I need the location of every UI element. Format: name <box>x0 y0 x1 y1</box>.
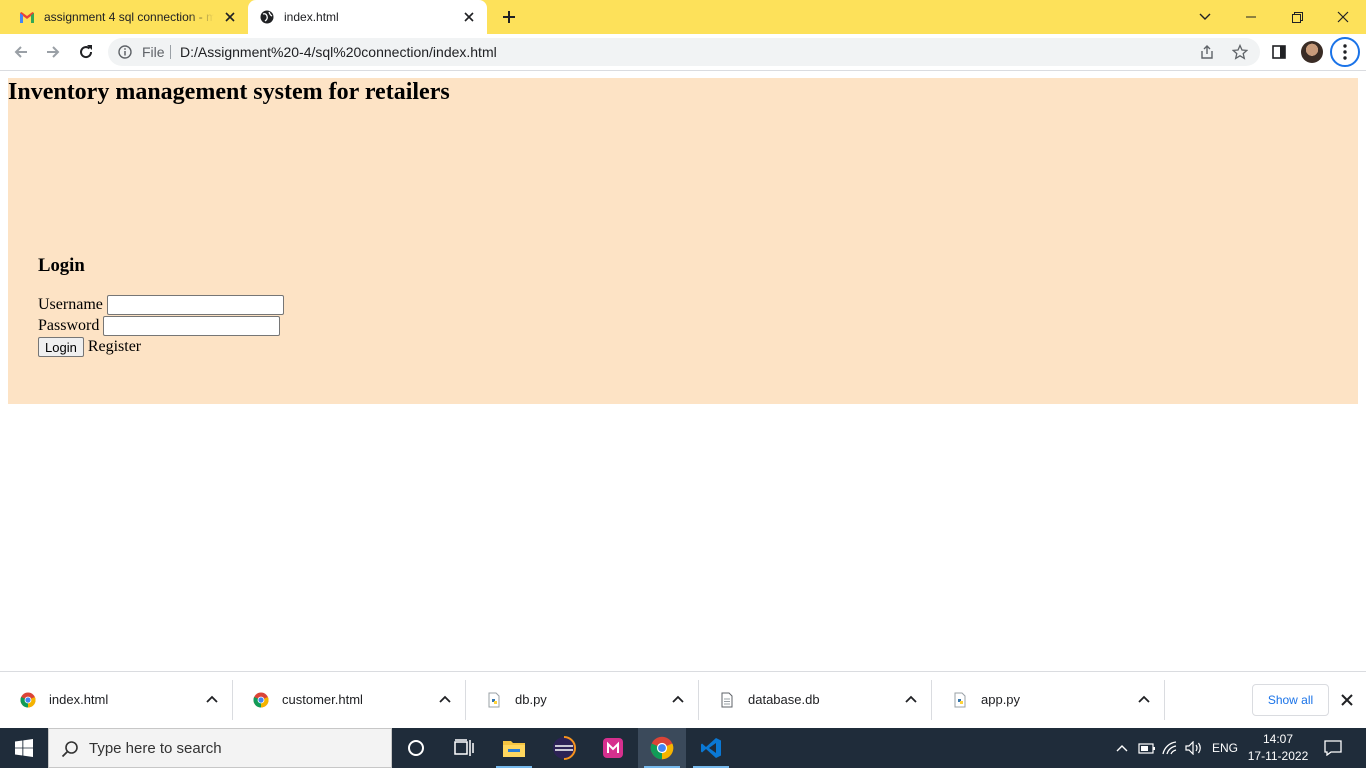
reload-button[interactable] <box>74 40 98 64</box>
clock-date: 17-11-2022 <box>1247 749 1309 763</box>
chevron-up-icon[interactable] <box>670 692 686 708</box>
file-icon <box>721 692 733 708</box>
search-icon <box>61 741 78 758</box>
download-item[interactable]: app.py <box>932 672 1165 728</box>
download-item[interactable]: database.db <box>699 672 932 728</box>
close-window-button[interactable] <box>1320 0 1366 34</box>
reload-icon <box>80 45 93 59</box>
wifi-icon[interactable] <box>1161 738 1181 758</box>
side-panel-icon <box>1272 45 1286 59</box>
download-item[interactable]: db.py <box>466 672 699 728</box>
share-icon[interactable] <box>1199 44 1215 60</box>
language-indicator[interactable]: ENG <box>1212 741 1238 755</box>
plus-icon <box>503 11 515 23</box>
gmail-icon <box>20 10 34 24</box>
password-row: Password <box>38 316 281 336</box>
chevron-up-icon[interactable] <box>1136 692 1152 708</box>
tab-title: index.html <box>284 10 339 24</box>
clock[interactable]: 14:07 17-11-2022 <box>1240 731 1316 765</box>
register-link[interactable]: Register <box>88 338 141 356</box>
start-button[interactable] <box>0 728 48 768</box>
close-shelf-button[interactable] <box>1338 691 1356 709</box>
vscode-icon[interactable] <box>687 728 735 768</box>
address-bar[interactable]: File D:/Assignment%20-4/sql%20connection… <box>108 38 1260 66</box>
app-icon[interactable] <box>589 728 637 768</box>
username-label: Username <box>38 296 103 313</box>
username-row: Username <box>38 295 284 315</box>
password-label: Password <box>38 317 100 334</box>
tab-gmail[interactable]: assignment 4 sql connection - m <box>8 0 248 34</box>
page-banner: Inventory management system for retailer… <box>8 78 1358 404</box>
close-icon[interactable] <box>222 9 238 25</box>
new-tab-button[interactable] <box>498 6 520 28</box>
more-vertical-icon <box>1343 44 1347 60</box>
browser-toolbar: File D:/Assignment%20-4/sql%20connection… <box>0 34 1366 71</box>
form-actions: Login Register <box>38 337 141 357</box>
divider <box>170 45 171 59</box>
chevron-down-icon <box>1199 13 1211 20</box>
login-button[interactable]: Login <box>38 337 84 357</box>
arrow-left-icon <box>14 46 27 58</box>
python-file-icon <box>954 692 966 708</box>
taskbar-search[interactable]: Type here to search <box>48 728 392 768</box>
restore-button[interactable] <box>1274 0 1320 34</box>
download-filename: customer.html <box>282 692 363 707</box>
tab-title: assignment 4 sql connection - m <box>44 10 214 24</box>
login-heading: Login <box>38 255 85 276</box>
password-input[interactable] <box>103 316 281 336</box>
divider <box>1164 680 1165 720</box>
chrome-icon <box>253 692 269 708</box>
back-button[interactable] <box>9 40 33 64</box>
username-input[interactable] <box>106 295 284 315</box>
download-item[interactable]: customer.html <box>233 672 466 728</box>
restore-icon <box>1291 11 1303 23</box>
chrome-icon <box>20 692 36 708</box>
minimize-icon <box>1246 16 1256 18</box>
download-filename: database.db <box>748 692 820 707</box>
task-view-icon[interactable] <box>440 728 488 768</box>
side-panel-button[interactable] <box>1269 42 1289 62</box>
url-text[interactable]: D:/Assignment%20-4/sql%20connection/inde… <box>180 44 497 60</box>
eclipse-icon[interactable] <box>540 728 588 768</box>
browser-menu-button[interactable] <box>1330 37 1360 67</box>
browser-tab-strip: assignment 4 sql connection - m index.ht… <box>0 0 1366 34</box>
download-filename: index.html <box>49 692 109 707</box>
page-title: Inventory management system for retailer… <box>8 79 450 105</box>
globe-icon <box>260 10 274 24</box>
download-filename: app.py <box>981 692 1021 707</box>
download-item[interactable]: index.html <box>0 672 233 728</box>
chevron-up-icon[interactable] <box>903 692 919 708</box>
close-icon <box>1341 694 1353 706</box>
tab-search-button[interactable] <box>1182 0 1228 34</box>
minimize-button[interactable] <box>1228 0 1274 34</box>
chevron-up-icon[interactable] <box>1112 738 1132 758</box>
cortana-icon[interactable] <box>392 728 440 768</box>
windows-taskbar: Type here to search ENG 14:07 17-11-2022 <box>0 728 1366 768</box>
battery-icon[interactable] <box>1137 738 1157 758</box>
clock-time: 14:07 <box>1262 732 1294 746</box>
scheme-label: File <box>142 44 165 60</box>
tab-index-html[interactable]: index.html <box>248 0 487 34</box>
close-icon <box>1337 11 1349 23</box>
star-icon[interactable] <box>1232 44 1248 60</box>
download-filename: db.py <box>515 692 547 707</box>
notification-icon[interactable] <box>1323 738 1343 758</box>
chrome-icon[interactable] <box>638 728 686 768</box>
chevron-up-icon[interactable] <box>204 692 220 708</box>
show-all-button[interactable]: Show all <box>1252 684 1329 716</box>
volume-icon[interactable] <box>1184 738 1204 758</box>
file-explorer-icon[interactable] <box>490 728 538 768</box>
arrow-right-icon <box>47 46 60 58</box>
download-shelf: index.html customer.html db.py database.… <box>0 671 1366 728</box>
chevron-up-icon[interactable] <box>437 692 453 708</box>
close-icon[interactable] <box>461 9 477 25</box>
search-placeholder: Type here to search <box>89 740 222 757</box>
info-icon <box>118 45 132 59</box>
windows-logo-icon <box>15 739 33 757</box>
python-file-icon <box>488 692 500 708</box>
forward-button[interactable] <box>41 40 65 64</box>
avatar[interactable] <box>1301 41 1323 63</box>
